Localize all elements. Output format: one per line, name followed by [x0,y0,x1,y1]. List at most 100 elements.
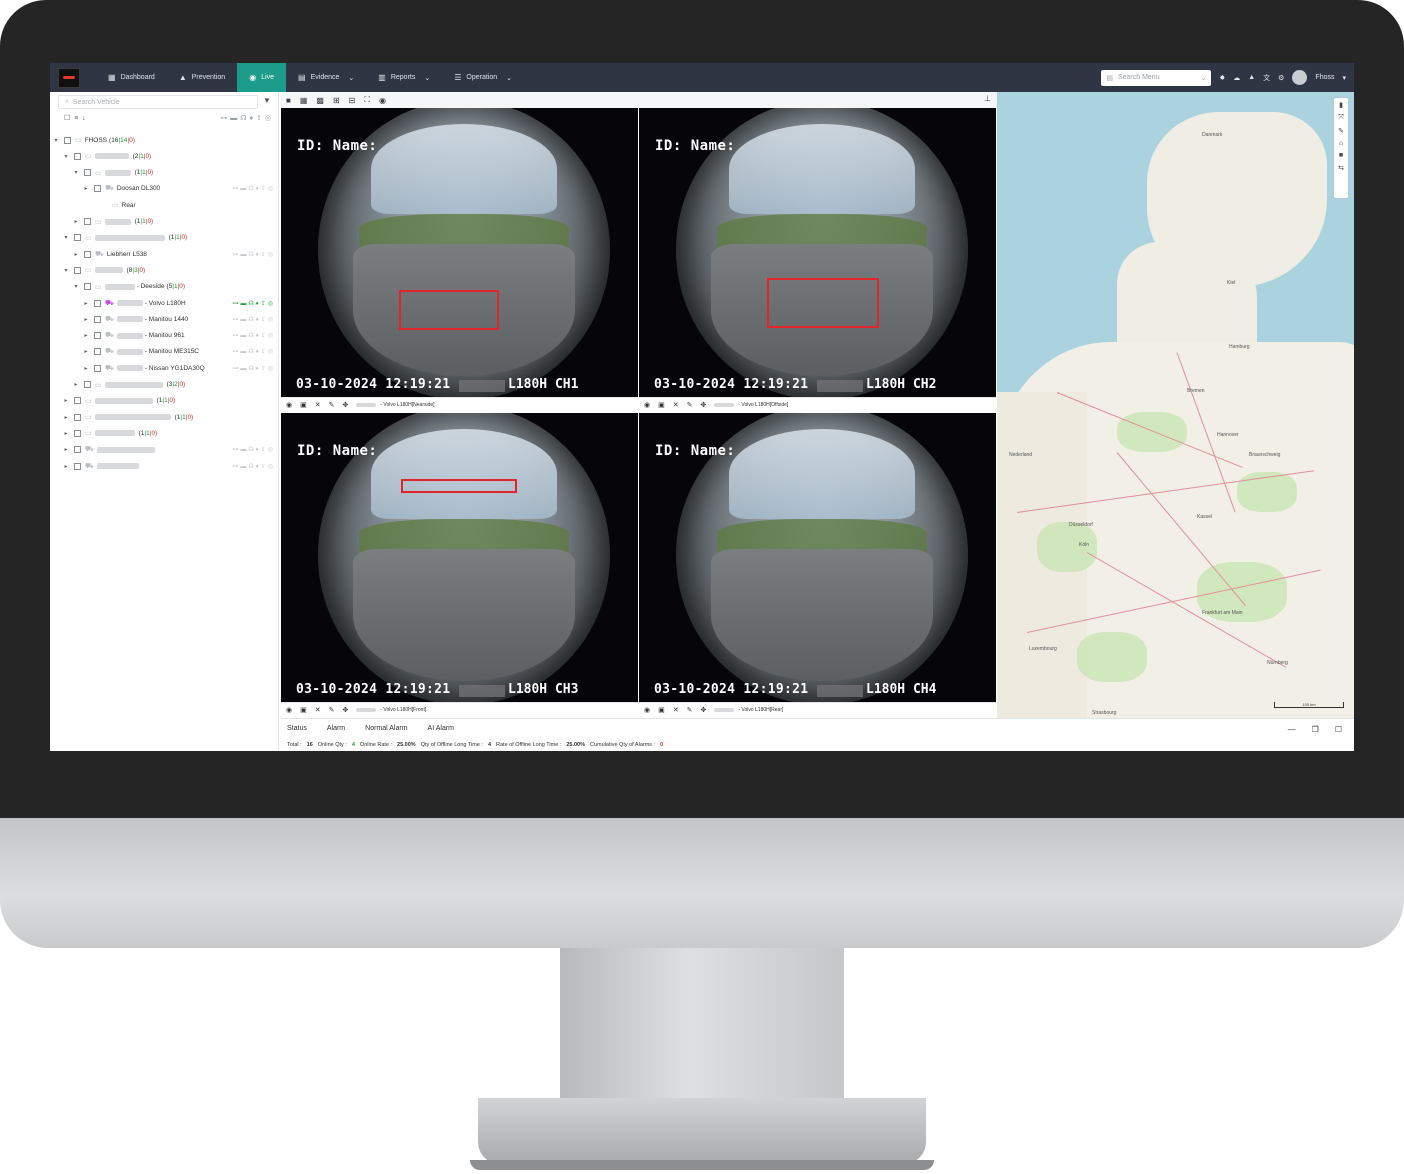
tree-checkbox[interactable] [74,413,81,421]
tree-checkbox[interactable] [94,315,101,323]
record-icon[interactable]: ✎ [329,706,335,714]
map-panel[interactable]: Danmark Kiel Hamburg Bremen Hannover Nederlan… [997,92,1354,718]
expand-caret-icon[interactable]: ▸ [62,446,70,453]
vehicle-action-icons[interactable]: ⊶▬☊♦⇪◎ [232,251,275,258]
ptz-icon[interactable]: ✥ [700,706,706,714]
tree-checkbox[interactable] [84,381,91,388]
vehicle-action-icons[interactable]: ⊶▬☊♦⇪◎ [232,446,275,453]
stop-all-icon[interactable]: ◉ [379,96,386,105]
tree-row[interactable]: ▸ ⛟ ⊶▬☊♦⇪◎ [50,458,279,474]
tree-checkbox[interactable] [74,266,81,274]
layout-1-icon[interactable]: ■ [286,96,291,105]
stop-icon[interactable]: ◉ [644,401,650,409]
tree-row[interactable]: ▭ Rear [50,197,279,213]
tree-row[interactable]: ▾ ▭ (1|1|0) [50,165,279,181]
tree-checkbox[interactable] [94,364,101,372]
record-icon[interactable]: ✎ [687,401,693,409]
translate-icon[interactable]: 文 [1263,73,1270,83]
layout-6-icon[interactable]: ▩ [316,96,324,105]
camera-feed[interactable]: ID: Name: 03-10-2024 12:19:21 L180H CH3 [281,413,638,702]
tree-checkbox[interactable] [74,462,81,470]
tree-row[interactable]: ▸ ▭ (1|1|0) [50,393,279,409]
avatar[interactable] [1292,70,1308,85]
camera-icon[interactable]: ▣ [658,706,665,714]
tree-row[interactable]: ▸ ▭ (1|1|0) [50,409,279,425]
tree-row[interactable]: ▸ ⛟ Liebherr L538 ⊶▬☊♦⇪◎ [50,246,279,262]
tree-checkbox[interactable] [94,299,101,307]
tree-row[interactable]: ▸ ⛟ - Manitou 1440 ⊶▬☊♦⇪◎ [50,311,279,327]
stop-icon[interactable]: ◉ [644,706,650,714]
cloud-icon[interactable]: ☁ [1233,74,1240,82]
nav-evidence[interactable]: ▤ Evidence ⌄ [286,63,366,92]
tree-row[interactable]: ▸ ▭ (3|2|0) [50,377,279,393]
record-icon[interactable]: ✎ [687,706,693,714]
minimize-icon[interactable]: — [1288,725,1296,734]
tree-row[interactable]: ▾ ▭ FHOSS (16|14|0) [50,132,279,148]
tree-checkbox[interactable] [84,250,91,258]
tree-row[interactable]: ▸ ⛟ - Volvo L180H ⊶▬☊♦⇪◎ [50,295,279,311]
nav-operation[interactable]: ☰ Operation ⌄ [442,63,524,92]
expand-caret-icon[interactable]: ▸ [62,414,70,421]
tree-checkbox[interactable] [84,218,91,225]
tree-tools-left[interactable]: ☐ ≡ ↓ [64,114,86,122]
mute-icon[interactable]: ✕ [315,401,321,409]
ptz-icon[interactable]: ✥ [342,706,348,714]
expand-caret-icon[interactable]: ▾ [62,234,70,241]
map-draw-icon[interactable]: ✎ [1338,127,1344,135]
expand-caret-icon[interactable]: ▸ [72,251,80,258]
record-icon[interactable]: ✎ [329,401,335,409]
vehicle-action-icons[interactable]: ⊶▬☊♦⇪◎ [232,332,275,339]
map-home-icon[interactable]: ⌂ [1339,140,1343,147]
camera-icon[interactable]: ▣ [658,401,665,409]
tree-checkbox[interactable] [74,152,81,160]
tab-ai-alarm[interactable]: AI Alarm [428,725,454,732]
video-cell-ch3[interactable]: ID: Name: 03-10-2024 12:19:21 L180H CH3 ◉ ▣ ✕… [281,413,638,717]
expand-caret-icon[interactable]: ▸ [82,185,90,192]
tree-checkbox[interactable] [94,332,101,340]
tree-checkbox[interactable] [74,234,81,242]
stop-icon[interactable]: ◉ [286,706,292,714]
map-camera-icon[interactable]: ■ [1339,152,1343,159]
mute-icon[interactable]: ✕ [315,706,321,714]
maximize-icon[interactable]: ☐ [1335,725,1342,734]
tree-checkbox[interactable] [94,348,101,356]
expand-caret-icon[interactable]: ▸ [62,463,70,470]
tree-checkbox[interactable] [94,185,101,193]
vehicle-action-icons[interactable]: ⊶▬☊♦⇪◎ [232,463,275,470]
vehicle-action-icons[interactable]: ⊶▬☊♦⇪◎ [232,185,275,192]
alert-icon[interactable]: ▲ [1248,74,1255,81]
app-logo[interactable] [58,67,80,88]
nav-prevention[interactable]: ▲ Prevention [167,63,237,92]
expand-caret-icon[interactable]: ▸ [82,348,90,355]
expand-caret-icon[interactable]: ▸ [82,300,90,307]
mute-icon[interactable]: ✕ [673,706,679,714]
tab-alarm[interactable]: Alarm [327,725,345,732]
tab-normal-alarm[interactable]: Normal Alarm [365,725,407,732]
vehicle-action-icons[interactable]: ⊶▬☊♦⇪◎ [232,365,275,372]
camera-icon[interactable]: ▣ [300,401,307,409]
tree-checkbox[interactable] [64,136,71,144]
nav-live[interactable]: ◉ Live [237,63,287,92]
tree-row[interactable]: ▸ ⛟ Doosan DL300 ⊶▬☊♦⇪◎ [50,181,279,197]
mute-icon[interactable]: ✕ [673,401,679,409]
camera-feed[interactable]: ID: Name: 03-10-2024 12:19:21 L180H CH1 [281,108,638,397]
tree-row[interactable]: ▾ ▭ (8|3|0) [50,262,279,278]
expand-caret-icon[interactable]: ▸ [82,332,90,339]
tree-row[interactable]: ▾ ▭ (1|1|0) [50,230,279,246]
gear-icon[interactable]: ⚙ [1278,74,1284,82]
expand-caret-icon[interactable]: ▸ [72,381,80,388]
expand-caret-icon[interactable]: ▸ [82,316,90,323]
tree-checkbox[interactable] [74,446,81,454]
tab-status[interactable]: Status [287,725,307,732]
filter-icon[interactable]: ▼ [263,96,271,105]
stop-icon[interactable]: ◉ [286,401,292,409]
expand-caret-icon[interactable]: ▾ [72,169,80,176]
layout-4-icon[interactable]: ▦ [300,96,308,105]
map-layer-icon[interactable]: ▮ [1339,101,1343,109]
video-cell-ch4[interactable]: ID: Name: 03-10-2024 12:19:21 L180H CH4 ◉ ▣ ✕… [639,413,996,717]
nav-reports[interactable]: ▥ Reports ⌄ [366,63,442,92]
expand-caret-icon[interactable]: ▸ [82,365,90,372]
video-cell-ch2[interactable]: ID: Name: 03-10-2024 12:19:21 L180H CH2 ◉ ▣ ✕… [639,108,996,412]
tree-row[interactable]: ▸ ⛟ - Nissan YG1DA30Q ⊶▬☊♦⇪◎ [50,360,279,376]
layout-9-icon[interactable]: ⊞ [333,96,340,105]
